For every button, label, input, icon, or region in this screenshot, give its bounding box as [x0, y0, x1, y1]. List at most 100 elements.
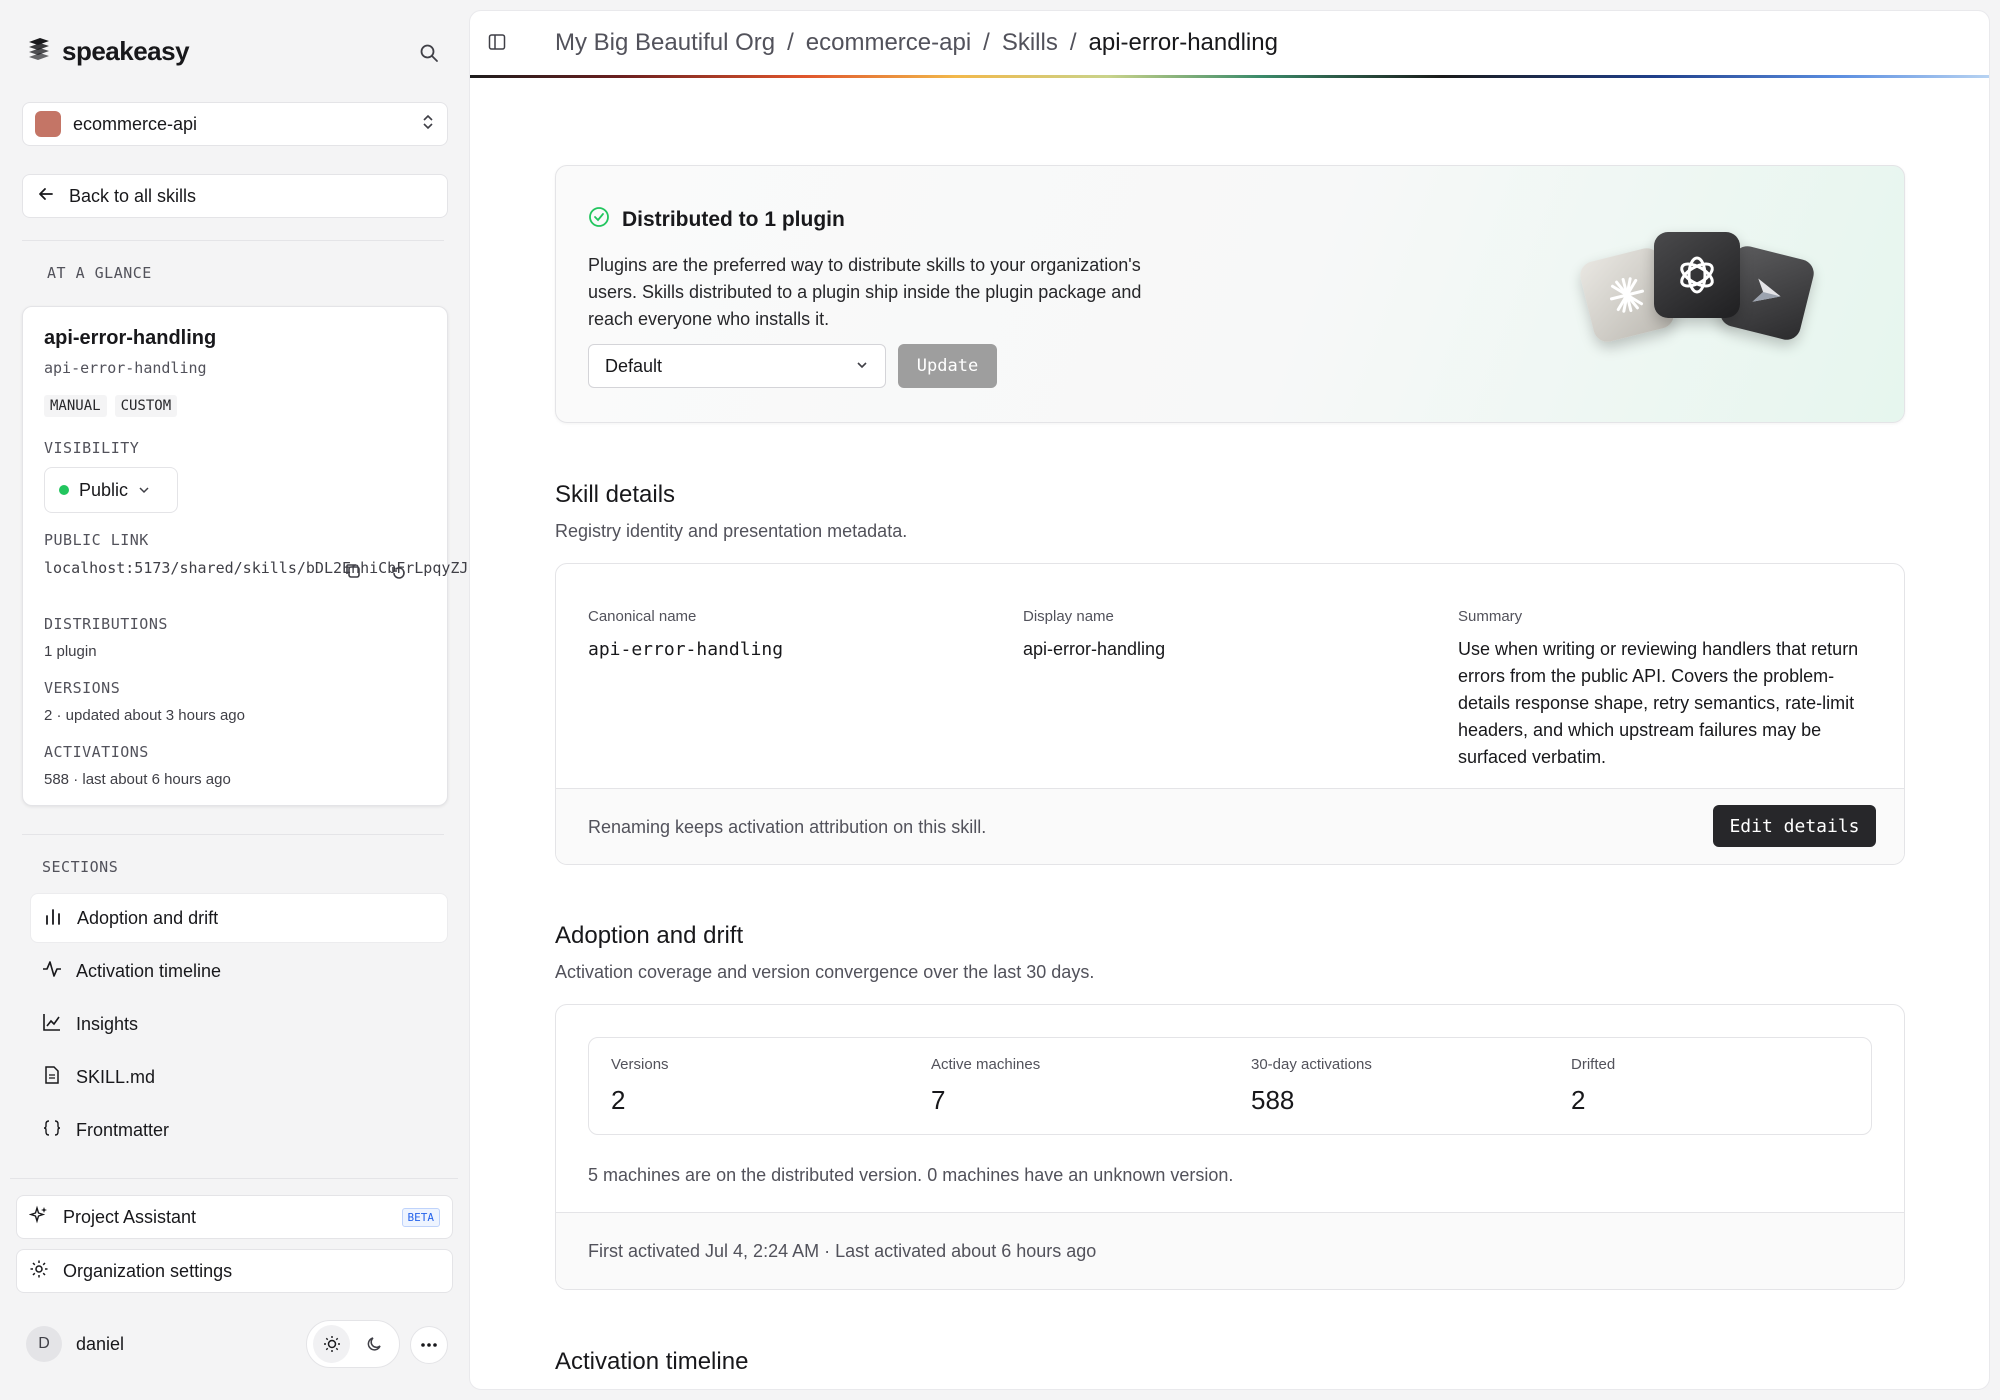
activation-range-text: First activated Jul 4, 2:24 AM · Last ac… [588, 1241, 1097, 1261]
adoption-subheading: Activation coverage and version converge… [555, 962, 1095, 982]
canonical-name-label: Canonical name [588, 608, 697, 625]
tag-custom: CUSTOM [114, 395, 178, 417]
divider [10, 1178, 458, 1179]
canonical-name-value: api-error-handling [588, 639, 784, 660]
speakeasy-logo-icon [26, 36, 52, 67]
user-menu[interactable]: D daniel [26, 1326, 124, 1362]
nav-frontmatter[interactable]: Frontmatter [30, 1105, 448, 1155]
tag-manual: MANUAL [44, 395, 107, 417]
distributions-label: DISTRIBUTIONS [44, 615, 168, 633]
adoption-footer: First activated Jul 4, 2:24 AM · Last ac… [556, 1212, 1904, 1289]
skill-details-subheading: Registry identity and presentation metad… [555, 521, 908, 541]
bar-chart-icon [43, 906, 63, 931]
skill-slug: api-error-handling [44, 359, 207, 377]
distributions-value: 1 plugin [44, 643, 97, 660]
divider [22, 240, 444, 241]
app-name: speakeasy [62, 36, 190, 66]
moon-icon[interactable] [356, 1325, 393, 1363]
nav-insights[interactable]: Insights [30, 999, 448, 1049]
sidebar-toggle-icon[interactable] [488, 33, 506, 56]
search-icon[interactable] [416, 40, 442, 66]
stat-30-day-activations: 30-day activations 588 [1251, 1056, 1372, 1116]
skill-tags: MANUAL CUSTOM [44, 395, 178, 417]
stat-value: 7 [931, 1085, 946, 1115]
activations-label: ACTIVATIONS [44, 743, 149, 761]
project-color-swatch [35, 111, 61, 137]
update-button[interactable]: Update [898, 344, 997, 388]
project-assistant-button[interactable]: Project Assistant BETA [16, 1195, 453, 1239]
user-name: daniel [76, 1333, 125, 1354]
organization-settings-button[interactable]: Organization settings [16, 1249, 453, 1293]
back-to-all-skills-button[interactable]: Back to all skills [22, 174, 448, 218]
app-logo[interactable]: speakeasy [26, 36, 190, 67]
gradient-divider [470, 75, 1989, 78]
check-circle-icon [588, 206, 610, 234]
breadcrumb-current: api-error-handling [1088, 29, 1278, 56]
at-a-glance-card: api-error-handling api-error-handling MA… [22, 306, 577, 806]
breadcrumb-separator: / [787, 29, 794, 56]
summary-value: Use when writing or reviewing handlers t… [1458, 639, 1859, 767]
breadcrumb-skills[interactable]: Skills [1002, 29, 1058, 57]
chevron-down-icon [855, 356, 869, 377]
stat-label: Versions [611, 1056, 669, 1073]
plugin-card-title-text: Distributed to 1 plugin [622, 208, 845, 231]
nav-skill-md[interactable]: SKILL.md [30, 1052, 448, 1102]
breadcrumb-project[interactable]: ecommerce-api [806, 29, 971, 57]
line-chart-icon [42, 1012, 62, 1037]
regenerate-icon[interactable] [387, 561, 411, 585]
adoption-heading: Adoption and drift [555, 922, 744, 949]
stat-label: Drifted [1571, 1056, 1616, 1073]
avatar: D [26, 1326, 62, 1362]
breadcrumb-separator: / [983, 29, 990, 56]
plugin-card-description: Plugins are the preferred way to distrib… [588, 255, 1142, 329]
sun-icon[interactable] [313, 1325, 350, 1363]
stat-active-machines: Active machines 7 [931, 1056, 1040, 1116]
rename-note: Renaming keeps activation attribution on… [588, 817, 987, 837]
summary-label: Summary [1458, 608, 1523, 625]
nav-adoption-and-drift[interactable]: Adoption and drift [30, 893, 448, 943]
stat-label: Active machines [931, 1056, 1041, 1073]
project-assistant-label: Project Assistant [63, 1206, 197, 1227]
plugin-select-value: Default [605, 355, 663, 376]
stat-versions: Versions 2 [611, 1056, 669, 1116]
stat-value: 588 [1251, 1085, 1295, 1115]
sections-heading: SECTIONS [42, 858, 119, 876]
sparkles-icon [28, 1205, 49, 1230]
project-switcher[interactable]: ecommerce-api [22, 102, 448, 146]
skill-title: api-error-handling [44, 327, 217, 349]
more-options-icon[interactable] [410, 1326, 448, 1364]
nav-label: Frontmatter [76, 1119, 170, 1140]
visibility-value: Public [79, 479, 129, 500]
plugin-select[interactable]: Default [588, 344, 886, 388]
public-status-dot [59, 485, 69, 495]
file-icon [42, 1065, 62, 1090]
skill-details-card: Canonical name api-error-handling Displa… [555, 563, 1905, 865]
divider [22, 834, 444, 835]
plugin-card-title: Distributed to 1 plugin [588, 206, 845, 234]
copy-icon[interactable] [341, 559, 365, 583]
nav-activation-timeline[interactable]: Activation timeline [30, 946, 448, 996]
skill-details-heading: Skill details [555, 481, 676, 508]
openai-logo-icon [1654, 232, 1740, 318]
theme-toggle[interactable] [306, 1320, 400, 1368]
edit-details-button[interactable]: Edit details [1713, 805, 1876, 847]
public-link-label: PUBLIC LINK [44, 531, 149, 549]
visibility-label: VISIBILITY [44, 439, 140, 457]
adoption-card: Versions 2 Active machines 7 30-day acti… [555, 1004, 1905, 1290]
breadcrumb-org[interactable]: My Big Beautiful Org [555, 29, 775, 57]
machine-version-note: 5 machines are on the distributed versio… [588, 1165, 1234, 1185]
sidebar: speakeasy ecommerce-api Back to all skil… [0, 0, 577, 1400]
arrow-left-icon [37, 185, 55, 208]
visibility-dropdown[interactable]: Public [44, 467, 178, 513]
nav-label: Activation timeline [76, 960, 222, 981]
back-label: Back to all skills [69, 185, 197, 206]
chevron-up-down-icon [421, 112, 435, 137]
activation-timeline-heading: Activation timeline [555, 1348, 749, 1375]
stat-drifted: Drifted 2 [1571, 1056, 1615, 1116]
breadcrumb: My Big Beautiful Org / ecommerce-api / S… [555, 29, 1278, 57]
top-bar: My Big Beautiful Org / ecommerce-api / S… [470, 11, 1989, 77]
display-name-value: api-error-handling [1023, 639, 1166, 659]
activations-value: 588 · last about 6 hours ago [44, 771, 231, 788]
stat-label: 30-day activations [1251, 1056, 1372, 1073]
skill-details-footer: Renaming keeps activation attribution on… [556, 788, 1904, 864]
